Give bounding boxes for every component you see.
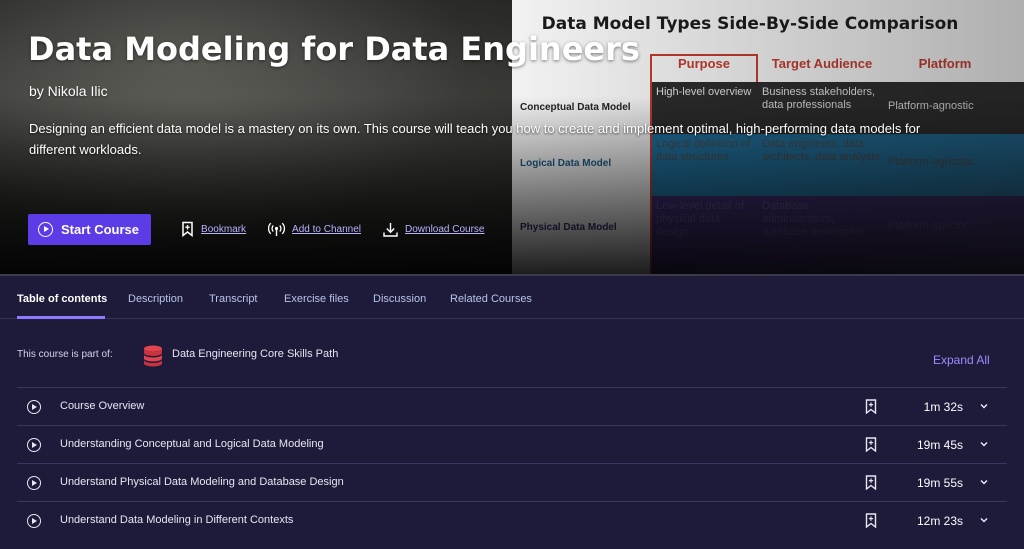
tab-related-courses[interactable]: Related Courses — [450, 293, 532, 305]
skill-path-link[interactable]: Data Engineering Core Skills Path — [172, 348, 338, 360]
slide-header-platform: Platform — [918, 56, 972, 71]
slide-cell: Database administrators, database develo… — [758, 196, 884, 274]
play-circle-icon — [38, 221, 53, 237]
add-to-channel-button[interactable]: Add to Channel — [268, 222, 361, 237]
module-row[interactable]: Understand Data Modeling in Different Co… — [17, 501, 1007, 539]
start-course-button[interactable]: Start Course — [28, 213, 152, 245]
tab-description[interactable]: Description — [128, 293, 183, 305]
slide-header-purpose: Purpose — [677, 56, 730, 71]
module-title[interactable]: Understand Data Modeling in Different Co… — [60, 514, 293, 526]
course-title: Data Modeling for Data Engineers — [28, 30, 640, 68]
add-to-channel-label: Add to Channel — [292, 223, 361, 235]
module-row[interactable]: Understand Physical Data Modeling and Da… — [17, 463, 1007, 501]
tab-exercise-files[interactable]: Exercise files — [284, 293, 349, 305]
slide-header-audience: Target Audience — [771, 56, 873, 71]
module-title[interactable]: Understanding Conceptual and Logical Dat… — [60, 438, 324, 450]
download-icon — [383, 222, 398, 237]
module-row[interactable]: Understanding Conceptual and Logical Dat… — [17, 425, 1007, 463]
course-author[interactable]: by Nikola Ilic — [29, 83, 108, 99]
download-course-button[interactable]: Download Course — [383, 222, 485, 237]
bookmark-label: Bookmark — [201, 223, 247, 235]
bookmark-icon[interactable] — [865, 513, 877, 528]
play-circle-icon[interactable] — [27, 514, 41, 528]
slide-comparison-table: Purpose Target Audience Platform Concept… — [512, 52, 1024, 274]
slide-row-label: Conceptual Data Model — [520, 102, 631, 113]
chevron-down-icon[interactable] — [979, 402, 989, 410]
path-label: This course is part of: — [17, 349, 113, 360]
table-of-contents: Course Overview 1m 32s Understanding Con… — [17, 387, 1007, 539]
module-duration: 19m 55s — [916, 476, 963, 490]
chevron-down-icon[interactable] — [979, 440, 989, 448]
bookmark-icon[interactable] — [865, 475, 877, 490]
course-hero: Data Model Types Side-By-Side Comparison… — [0, 0, 1024, 274]
start-course-label: Start Course — [61, 221, 140, 237]
bookmark-icon[interactable] — [865, 399, 877, 414]
skill-path-info: This course is part of: Data Engineering… — [17, 336, 1007, 376]
chevron-down-icon[interactable] — [979, 478, 989, 486]
download-course-label: Download Course — [405, 223, 485, 235]
module-row[interactable]: Course Overview 1m 32s — [17, 387, 1007, 425]
slide-cell: Platform-specific — [884, 196, 1024, 274]
course-description: Designing an efficient data model is a m… — [29, 121, 921, 157]
module-title[interactable]: Course Overview — [60, 400, 144, 412]
slide-row-label: Physical Data Model — [520, 222, 617, 233]
tab-table-of-contents[interactable]: Table of contents — [17, 293, 107, 305]
play-circle-icon[interactable] — [27, 400, 41, 414]
hero-actions: Start Course Bookmark Add to Channel Dow… — [28, 213, 485, 245]
module-duration: 19m 45s — [916, 438, 963, 452]
module-title[interactable]: Understand Physical Data Modeling and Da… — [60, 476, 344, 488]
active-tab-indicator — [17, 316, 105, 319]
bookmark-icon — [182, 221, 193, 237]
course-tabs: Table of contents Description Transcript… — [0, 274, 1024, 319]
chevron-down-icon[interactable] — [979, 516, 989, 524]
module-duration: 12m 23s — [916, 514, 963, 528]
expand-all-button[interactable]: Expand All — [933, 353, 990, 367]
tab-discussion[interactable]: Discussion — [373, 293, 426, 305]
slide-cell: Low-level detail of physical data design — [652, 196, 758, 274]
module-duration: 1m 32s — [923, 400, 963, 414]
database-icon — [144, 345, 162, 367]
play-circle-icon[interactable] — [27, 438, 41, 452]
broadcast-icon — [268, 222, 286, 236]
bookmark-button[interactable]: Bookmark — [181, 221, 246, 237]
tab-transcript[interactable]: Transcript — [209, 293, 258, 305]
play-circle-icon[interactable] — [27, 476, 41, 490]
bookmark-icon[interactable] — [865, 437, 877, 452]
